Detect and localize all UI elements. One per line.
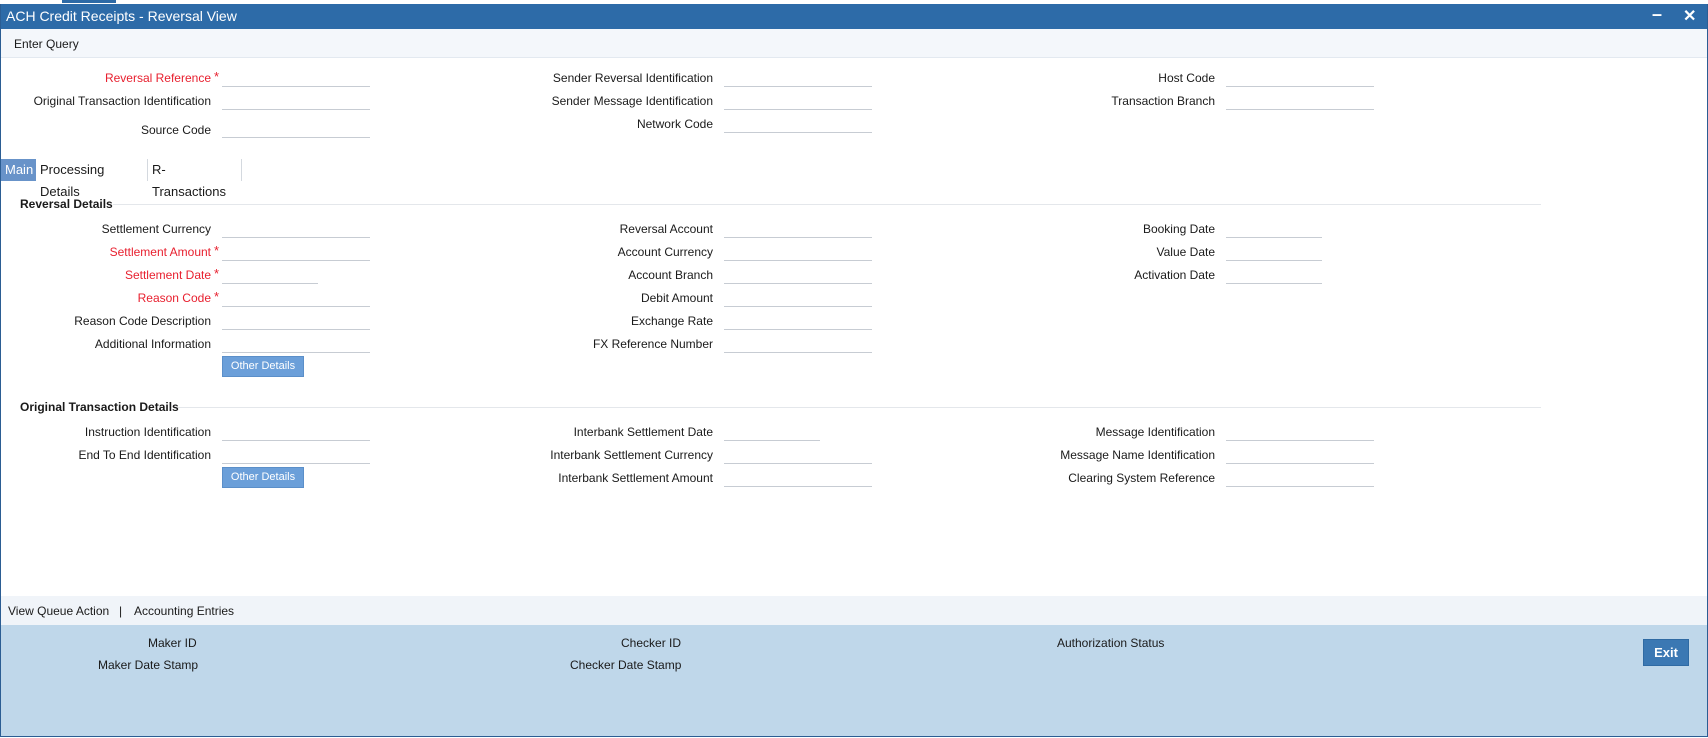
activation-date-input[interactable] xyxy=(1226,268,1322,284)
reversal-reference-label: Reversal Reference xyxy=(104,71,211,85)
tab-processing-details[interactable]: Processing Details xyxy=(36,159,148,199)
account-branch-label: Account Branch xyxy=(628,268,713,282)
maker-date-stamp-label: Maker Date Stamp xyxy=(98,658,199,672)
network-code-label: Network Code xyxy=(636,117,713,131)
settlement-amount-input[interactable] xyxy=(222,245,370,261)
checker-date-stamp-label: Checker Date Stamp xyxy=(570,658,682,672)
additional-information-input[interactable] xyxy=(222,337,370,353)
interbank-settlement-amount-input[interactable] xyxy=(724,471,872,487)
reversal-view-window: ACH Credit Receipts - Reversal View – ✕ … xyxy=(0,4,1708,737)
transaction-branch-input[interactable] xyxy=(1226,94,1374,110)
required-marker: * xyxy=(214,266,220,281)
exchange-rate-label: Exchange Rate xyxy=(630,314,713,328)
close-icon[interactable]: ✕ xyxy=(1683,6,1696,26)
debit-amount-input[interactable] xyxy=(724,291,872,307)
window-title: ACH Credit Receipts - Reversal View xyxy=(6,8,237,24)
message-identification-input[interactable] xyxy=(1226,425,1374,441)
sender-reversal-identification-label: Sender Reversal Identification xyxy=(552,71,713,85)
value-date-label: Value Date xyxy=(1156,245,1215,259)
host-code-label: Host Code xyxy=(1158,71,1215,85)
settlement-date-label: Settlement Date xyxy=(124,268,211,282)
original-transaction-details-divider xyxy=(178,407,1541,408)
additional-information-label: Additional Information xyxy=(94,337,211,351)
reversal-other-details-button[interactable]: Other Details xyxy=(222,356,304,377)
interbank-settlement-currency-input[interactable] xyxy=(724,448,872,464)
reason-code-label: Reason Code xyxy=(137,291,211,305)
exit-button[interactable]: Exit xyxy=(1643,639,1689,666)
tab-r-transactions[interactable]: R-Transactions xyxy=(148,159,242,199)
reason-code-description-input[interactable] xyxy=(222,314,370,330)
sender-message-identification-input[interactable] xyxy=(724,94,872,110)
authorization-status-label: Authorization Status xyxy=(1057,636,1165,650)
source-code-input[interactable] xyxy=(222,122,370,138)
message-name-identification-input[interactable] xyxy=(1226,448,1374,464)
reversal-reference-input[interactable] xyxy=(222,71,370,87)
checker-id-label: Checker ID xyxy=(621,636,682,650)
accounting-entries-link[interactable]: Accounting Entries xyxy=(134,604,234,618)
reason-code-input[interactable] xyxy=(222,291,370,307)
activation-date-label: Activation Date xyxy=(1134,268,1215,282)
menu-bar: Enter Query xyxy=(1,29,1707,58)
action-separator: | xyxy=(119,604,123,618)
required-marker: * xyxy=(214,243,220,258)
instruction-identification-input[interactable] xyxy=(222,425,370,441)
account-currency-input[interactable] xyxy=(724,245,872,261)
message-identification-label: Message Identification xyxy=(1095,425,1215,439)
interbank-settlement-date-label: Interbank Settlement Date xyxy=(573,425,713,439)
reversal-account-label: Reversal Account xyxy=(619,222,713,236)
source-code-label: Source Code xyxy=(140,123,211,137)
booking-date-input[interactable] xyxy=(1226,222,1322,238)
original-other-details-button[interactable]: Other Details xyxy=(222,467,304,488)
minimize-icon[interactable]: – xyxy=(1652,4,1662,25)
fx-reference-number-input[interactable] xyxy=(724,337,872,353)
message-name-identification-label: Message Name Identification xyxy=(1060,448,1215,462)
host-code-input[interactable] xyxy=(1226,71,1374,87)
instruction-identification-label: Instruction Identification xyxy=(84,425,211,439)
settlement-currency-label: Settlement Currency xyxy=(101,222,211,236)
sender-reversal-identification-input[interactable] xyxy=(724,71,872,87)
end-to-end-identification-label: End To End Identification xyxy=(78,448,211,462)
reversal-details-title: Reversal Details xyxy=(20,197,113,211)
end-to-end-identification-input[interactable] xyxy=(222,448,370,464)
title-bar: ACH Credit Receipts - Reversal View – ✕ xyxy=(1,4,1707,29)
reversal-account-input[interactable] xyxy=(724,222,872,238)
settlement-currency-input[interactable] xyxy=(222,222,370,238)
sender-message-identification-label: Sender Message Identification xyxy=(551,94,713,108)
exchange-rate-input[interactable] xyxy=(724,314,872,330)
required-marker: * xyxy=(214,289,220,304)
audit-footer: Maker ID Maker Date Stamp Checker ID Che… xyxy=(1,625,1707,736)
booking-date-label: Booking Date xyxy=(1142,222,1215,236)
fx-reference-number-label: FX Reference Number xyxy=(592,337,713,351)
interbank-settlement-date-input[interactable] xyxy=(724,425,820,441)
transaction-branch-label: Transaction Branch xyxy=(1111,94,1215,108)
interbank-settlement-amount-label: Interbank Settlement Amount xyxy=(558,471,713,485)
enter-query-menu-item[interactable]: Enter Query xyxy=(14,37,79,51)
clearing-system-reference-label: Clearing System Reference xyxy=(1068,471,1215,485)
original-transaction-identification-label: Original Transaction Identification xyxy=(33,94,211,108)
required-marker: * xyxy=(214,69,220,84)
account-branch-input[interactable] xyxy=(724,268,872,284)
settlement-amount-label: Settlement Amount xyxy=(109,245,211,259)
original-transaction-details-title: Original Transaction Details xyxy=(20,400,179,414)
active-window-tab-marker xyxy=(62,0,116,3)
original-transaction-identification-input[interactable] xyxy=(222,94,370,110)
network-code-input[interactable] xyxy=(724,117,872,133)
reversal-details-divider xyxy=(113,204,1541,205)
debit-amount-label: Debit Amount xyxy=(640,291,713,305)
interbank-settlement-currency-label: Interbank Settlement Currency xyxy=(550,448,713,462)
reason-code-description-label: Reason Code Description xyxy=(74,314,211,328)
value-date-input[interactable] xyxy=(1226,245,1322,261)
settlement-date-input[interactable] xyxy=(222,268,318,284)
account-currency-label: Account Currency xyxy=(617,245,713,259)
maker-id-label: Maker ID xyxy=(148,636,197,650)
clearing-system-reference-input[interactable] xyxy=(1226,471,1374,487)
view-queue-action-link[interactable]: View Queue Action xyxy=(8,604,109,618)
tab-main[interactable]: Main xyxy=(1,159,36,181)
action-bar: View Queue Action | Accounting Entries xyxy=(1,596,1707,625)
